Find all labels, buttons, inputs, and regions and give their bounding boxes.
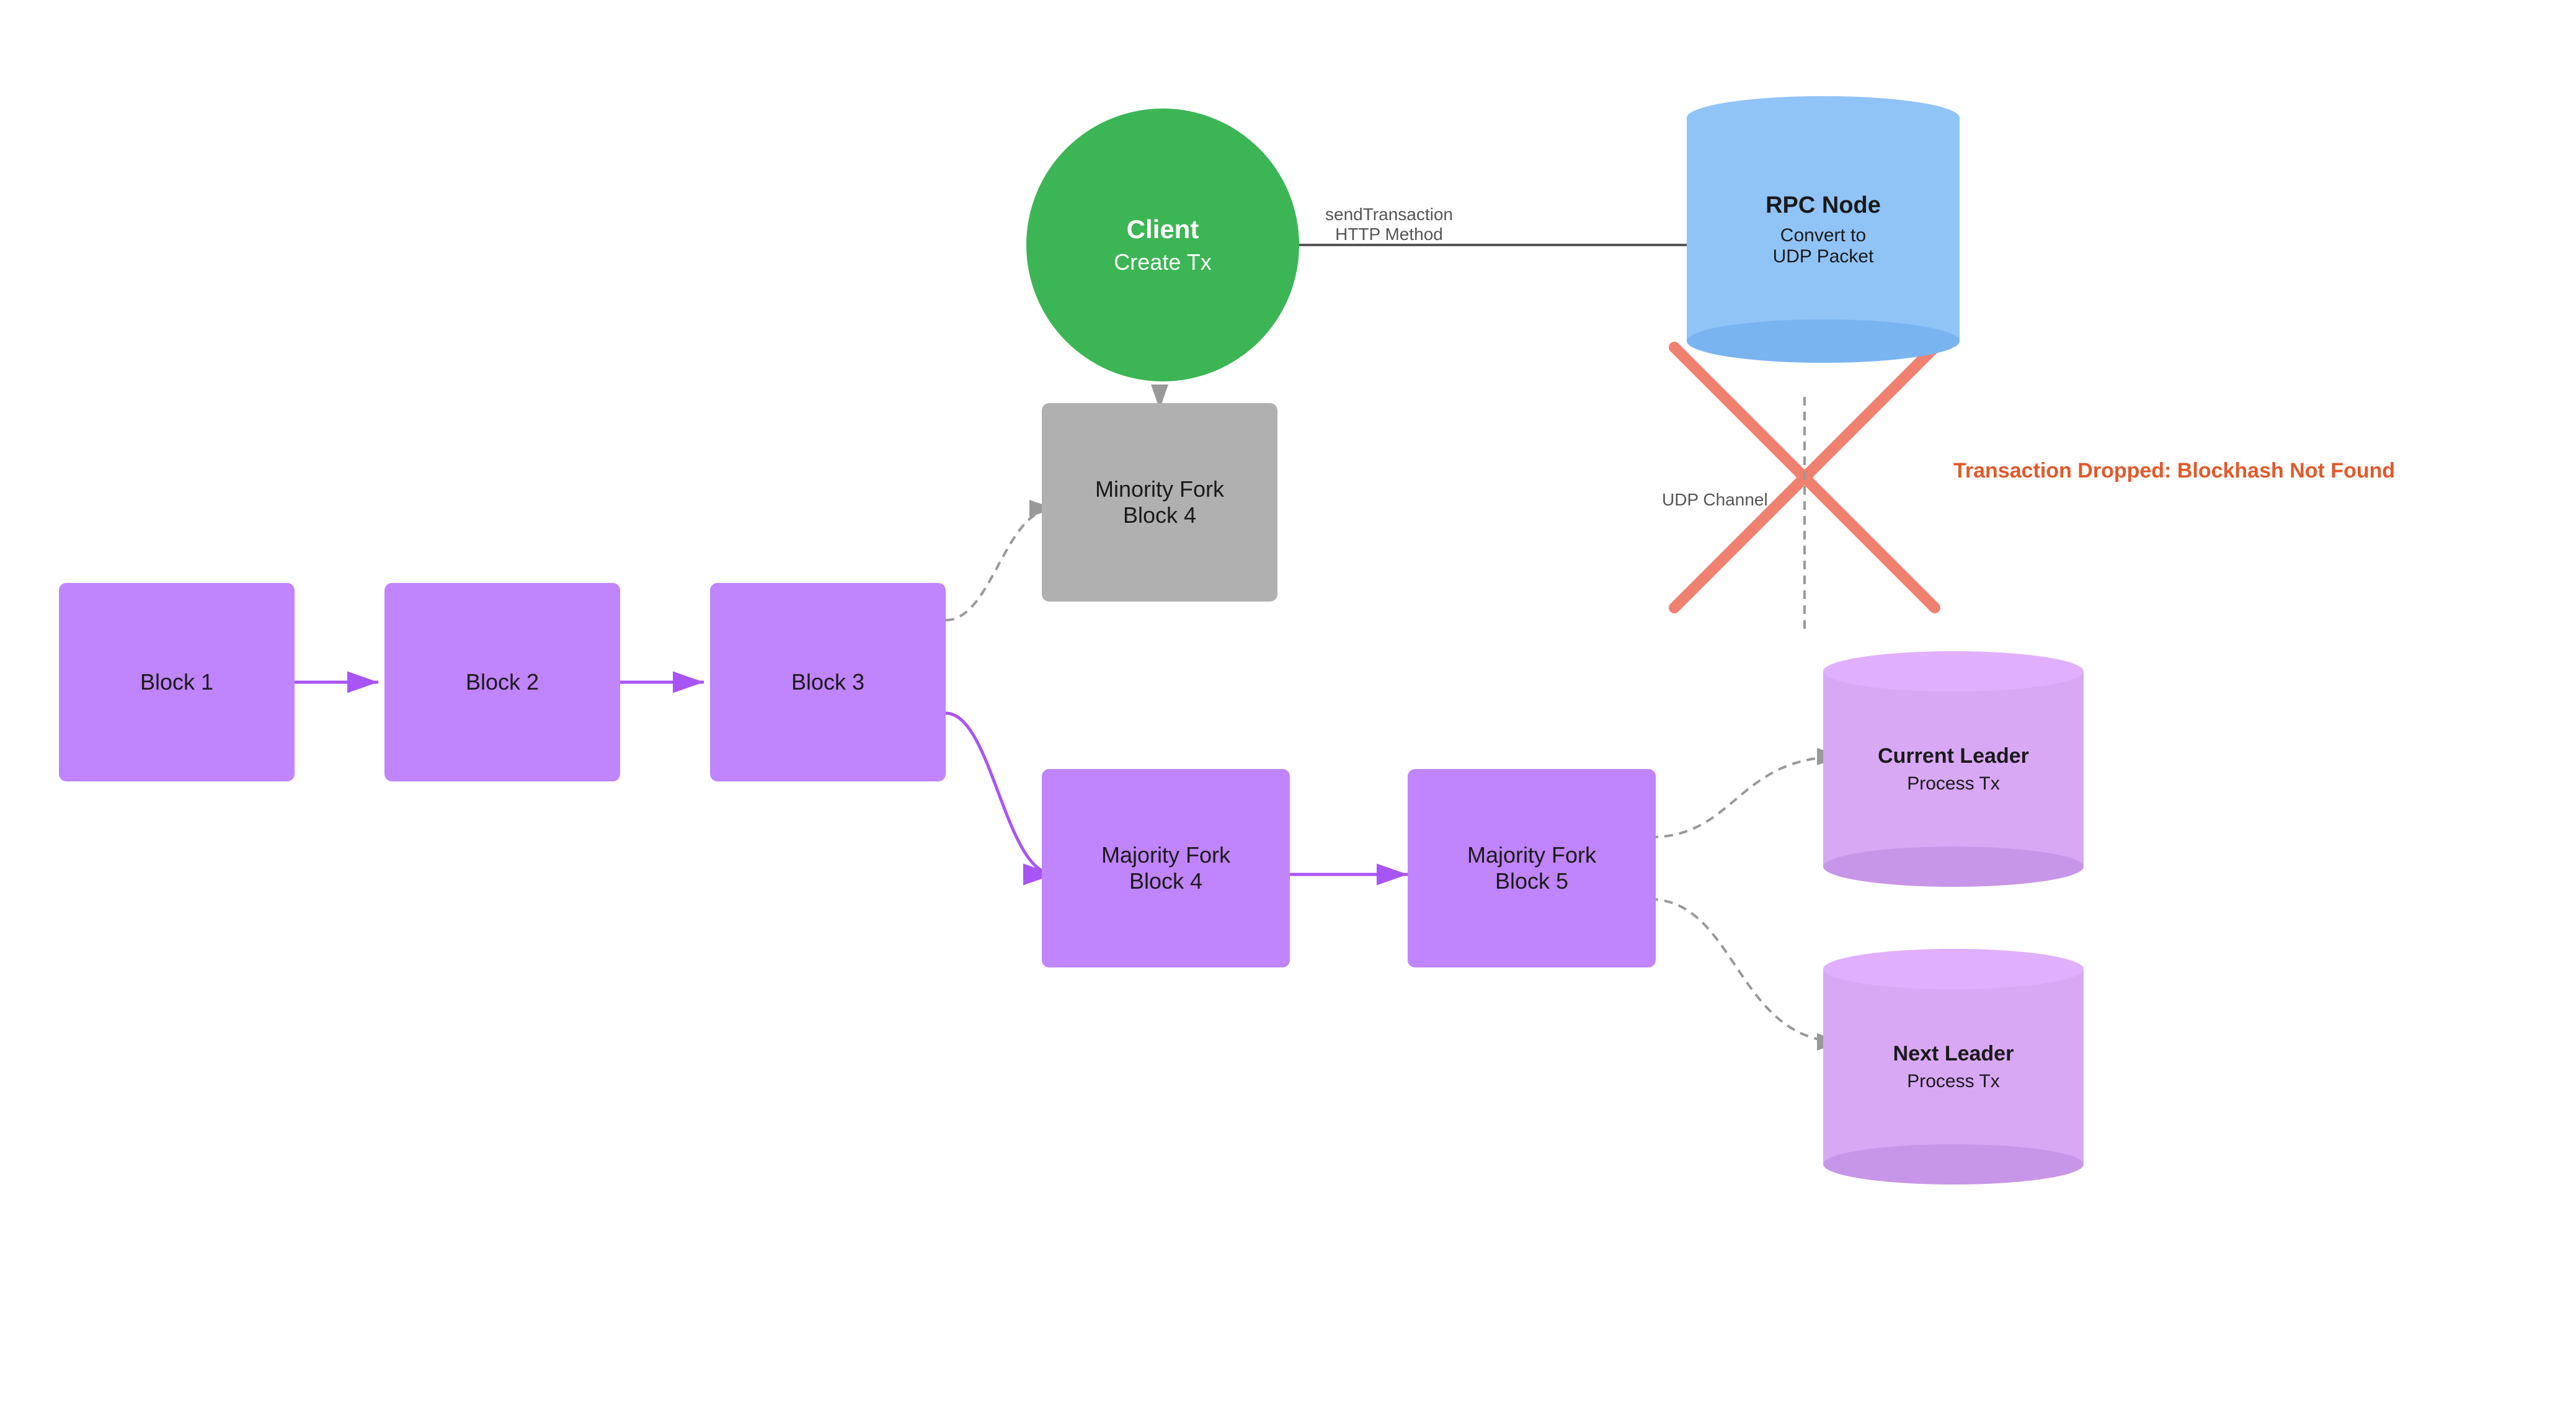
minority-fork-block4-label: Minority Fork Block 4 <box>1095 476 1224 528</box>
majority-fork-block4-label: Majority Fork Block 4 <box>1101 842 1230 894</box>
error-text: Transaction Dropped: Blockhash Not Found <box>1953 459 2395 482</box>
client-label-top: Client <box>1127 215 1199 244</box>
send-transaction-text: sendTransaction <box>1277 205 1501 224</box>
udp-channel-text: UDP Channel <box>1662 490 1768 509</box>
next-leader: Next Leader Process Tx <box>1823 949 2084 1185</box>
client-label-bottom: Create Tx <box>1114 249 1211 275</box>
send-transaction-label: sendTransaction HTTP Method <box>1277 205 1501 244</box>
block2-label: Block 2 <box>466 669 539 695</box>
block3: Block 3 <box>710 583 946 781</box>
current-leader: Current Leader Process Tx <box>1823 651 2084 887</box>
rpc-node: RPC Node Convert to UDP Packet <box>1687 96 1960 363</box>
current-leader-label-bottom: Process Tx <box>1907 773 2000 794</box>
udp-channel-label: UDP Channel <box>1662 490 1768 510</box>
block2: Block 2 <box>384 583 620 781</box>
majority-fork-block5: Majority Fork Block 5 <box>1408 769 1656 967</box>
next-leader-label-bottom: Process Tx <box>1907 1071 2000 1092</box>
majority-fork-block5-label: Majority Fork Block 5 <box>1467 842 1596 894</box>
block3-label: Block 3 <box>791 669 864 695</box>
http-method-text: HTTP Method <box>1277 224 1501 244</box>
diagram-container: Block 1 Block 2 Block 3 Minority Fork Bl… <box>0 0 2576 1409</box>
block1-label: Block 1 <box>140 669 213 695</box>
rpc-node-label-bottom: Convert to UDP Packet <box>1773 225 1874 267</box>
error-label: Transaction Dropped: Blockhash Not Found <box>1953 459 2395 483</box>
majority-fork-block4: Majority Fork Block 4 <box>1042 769 1290 967</box>
current-leader-label-top: Current Leader <box>1878 744 2029 768</box>
client-circle: Client Create Tx <box>1026 109 1299 381</box>
minority-fork-block4: Minority Fork Block 4 <box>1042 403 1277 602</box>
block1: Block 1 <box>59 583 295 781</box>
next-leader-label-top: Next Leader <box>1893 1042 2014 1066</box>
rpc-node-label-top: RPC Node <box>1765 192 1881 219</box>
